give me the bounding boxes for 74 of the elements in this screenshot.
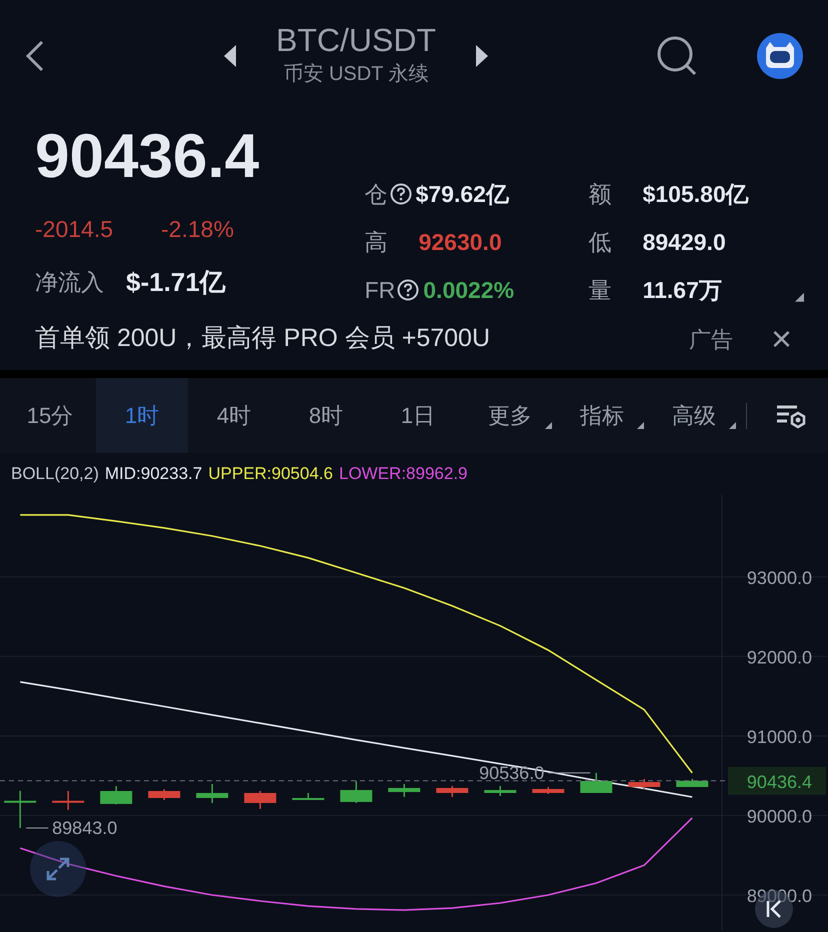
- stat-value: 89429.0: [642, 228, 726, 257]
- candlestick: [4, 790, 36, 828]
- timeframe-tab[interactable]: 1时: [96, 378, 188, 453]
- netflow-label: 净流入: [35, 268, 104, 297]
- candlestick: [580, 772, 612, 793]
- candlestick: [148, 789, 180, 800]
- candlestick: [484, 786, 516, 796]
- expand-icon: [45, 856, 71, 882]
- avatar-icon: [756, 32, 804, 80]
- y-axis-label: 91000.0: [746, 726, 812, 747]
- y-axis-label: 92000.0: [746, 647, 812, 668]
- left-triangle-icon: [224, 45, 236, 67]
- candlestick: [388, 784, 420, 797]
- pair-title: BTC/USDT: [276, 23, 436, 59]
- candlestick: [52, 791, 84, 810]
- stat-label: 额: [588, 180, 613, 209]
- stat-value: 0.0022%: [423, 276, 514, 305]
- candlestick: [340, 780, 372, 803]
- candlestick: [436, 786, 468, 797]
- help-icon[interactable]: [397, 279, 420, 301]
- timeframe-tab[interactable]: 8时: [280, 378, 372, 453]
- last-price-tag: 90436.4: [728, 766, 826, 795]
- annotation: 89843.0: [52, 818, 118, 838]
- market-subtitle: 币安 USDT 永续: [282, 62, 430, 87]
- stat-label: 仓: [364, 180, 388, 209]
- stat-label: 量: [588, 276, 613, 305]
- candlestick: [100, 786, 132, 804]
- indicator-value: BOLL(20,2): [11, 463, 99, 486]
- corner-triangle-icon: [794, 292, 804, 302]
- timeframe-tab[interactable]: 指标: [556, 378, 648, 453]
- indicator-value: MID:90233.7: [104, 463, 202, 486]
- candlestick: [196, 784, 228, 803]
- percent-change: -2.18%: [161, 215, 234, 244]
- y-axis-label: 89000.0: [746, 886, 812, 906]
- help-icon[interactable]: [390, 183, 412, 205]
- stat-label: FR: [364, 276, 396, 305]
- candlestick: [628, 778, 660, 789]
- timeframe-tab[interactable]: 15分: [4, 378, 96, 453]
- close-button[interactable]: ×: [770, 321, 792, 357]
- timeframe-tab[interactable]: 4时: [188, 378, 280, 453]
- promo-banner-text[interactable]: 首单领 200U，最高得 PRO 会员 +5700U: [24, 320, 689, 358]
- avatar-button[interactable]: [756, 32, 804, 80]
- candlestick: [292, 792, 324, 800]
- indicator-value: UPPER:90504.6: [208, 463, 333, 486]
- back-button[interactable]: [24, 39, 46, 73]
- ad-label: 广告: [688, 326, 733, 354]
- search-button[interactable]: [656, 35, 698, 77]
- right-triangle-icon: [476, 45, 488, 67]
- candlestick: [676, 778, 708, 788]
- settings-icon: [775, 402, 807, 428]
- timeframe-tab[interactable]: 1日: [372, 378, 464, 453]
- chart-settings-button[interactable]: [775, 402, 807, 428]
- candlestick: [244, 791, 276, 809]
- stat-label: 高: [364, 228, 389, 257]
- y-axis-label: 93000.0: [746, 568, 812, 588]
- stat-value: 11.67万: [642, 276, 722, 305]
- stat-value: $105.80亿: [642, 180, 749, 209]
- last-price: 90436.4: [35, 126, 260, 188]
- annotation: 90536.0: [479, 762, 544, 783]
- search-icon: [656, 35, 698, 77]
- previous-pair-button[interactable]: [224, 45, 236, 67]
- timeframe-tab[interactable]: 更多: [464, 378, 556, 453]
- y-axis-label: 90000.0: [746, 806, 812, 826]
- timeframe-tab[interactable]: 高级: [648, 378, 740, 453]
- stat-value: $79.62亿: [416, 180, 509, 209]
- back-icon: [24, 39, 46, 73]
- netflow-value: $-1.71亿: [126, 266, 226, 298]
- price-change: -2014.5: [35, 215, 114, 244]
- candlestick: [532, 787, 564, 794]
- ref-line-label: 90436.4: [746, 772, 812, 792]
- stat-label: 低: [588, 228, 613, 257]
- next-pair-button[interactable]: [476, 45, 488, 67]
- indicator-value: LOWER:89962.9: [338, 463, 468, 486]
- stat-value: 92630.0: [418, 228, 502, 257]
